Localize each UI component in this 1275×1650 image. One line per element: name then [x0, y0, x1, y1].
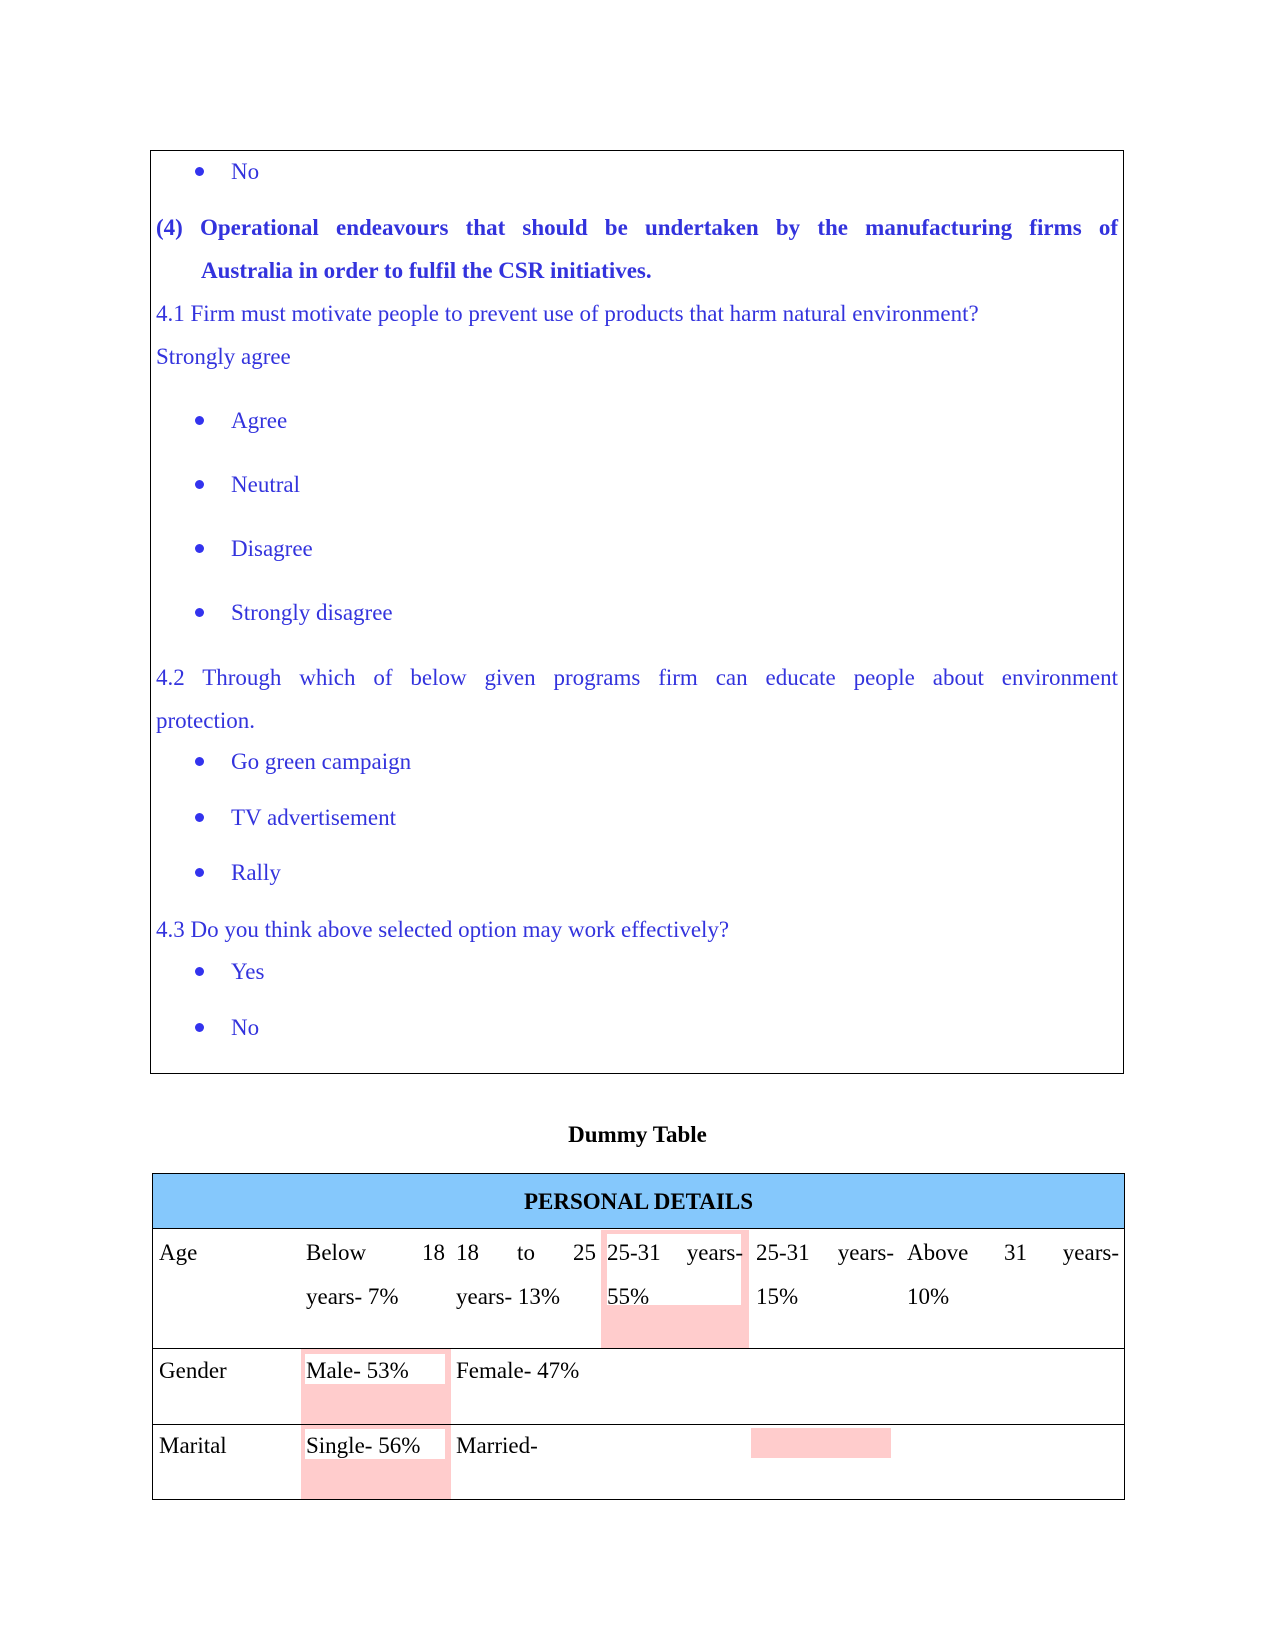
row-divider — [153, 1424, 1124, 1425]
bullet-icon — [195, 757, 204, 766]
age-25-31-b: 25-31 years- — [756, 1240, 894, 1265]
age-above-31: Above 31 years- — [907, 1240, 1119, 1265]
section-heading: (4) Operational endeavours that should b… — [156, 215, 1118, 240]
highlight-married-value — [751, 1428, 891, 1458]
section-heading-line2: Australia in order to fulfil the CSR ini… — [201, 258, 652, 283]
age-18-25: 18 to 25 — [456, 1240, 596, 1265]
option-neutral: Neutral — [231, 472, 300, 497]
age-18-25-value: years- 13% — [456, 1284, 561, 1309]
age-above-31-value: 10% — [907, 1284, 950, 1309]
question-4-2: 4.2 Through which of below given program… — [156, 665, 1118, 690]
table-caption: Dummy Table — [568, 1122, 707, 1147]
option-no-prev: No — [231, 159, 260, 184]
bullet-icon — [195, 967, 204, 976]
option-strongly-agree: Strongly agree — [156, 344, 291, 369]
age-below-18-value: years- 7% — [306, 1284, 399, 1309]
question-4-3: 4.3 Do you think above selected option m… — [156, 917, 730, 942]
row-label-marital: Marital — [159, 1433, 227, 1458]
option-agree: Agree — [231, 408, 288, 433]
gender-female: Female- 47% — [456, 1358, 580, 1383]
question-4-2-line2: protection. — [156, 708, 255, 733]
row-divider — [153, 1348, 1124, 1349]
bullet-icon — [195, 608, 204, 617]
age-25-31-a-value: 55% — [607, 1284, 650, 1309]
gender-male: Male- 53% — [306, 1358, 409, 1383]
row-label-gender: Gender — [159, 1358, 227, 1383]
age-below-18: Below 18 — [306, 1240, 445, 1265]
row-label-age: Age — [159, 1240, 198, 1265]
option-yes: Yes — [231, 959, 265, 984]
bullet-icon — [195, 1023, 204, 1032]
option-tv-advertisement: TV advertisement — [231, 805, 396, 830]
bullet-icon — [195, 813, 204, 822]
age-25-31-b-value: 15% — [756, 1284, 799, 1309]
question-4-1: 4.1 Firm must motivate people to prevent… — [156, 301, 979, 326]
option-no: No — [231, 1015, 260, 1040]
option-disagree: Disagree — [231, 536, 313, 561]
bullet-icon — [195, 416, 204, 425]
table-header-title: PERSONAL DETAILS — [523, 1189, 753, 1214]
option-go-green: Go green campaign — [231, 749, 412, 774]
option-strongly-disagree: Strongly disagree — [231, 600, 393, 625]
bullet-icon — [195, 544, 204, 553]
age-25-31-a: 25-31 years- — [607, 1240, 743, 1265]
bullet-icon — [195, 868, 204, 877]
bullet-icon — [195, 480, 204, 489]
table-header: PERSONAL DETAILS — [153, 1174, 1124, 1229]
marital-married: Married- — [456, 1433, 538, 1458]
personal-details-table: PERSONAL DETAILS Age Below 18 years- 7% … — [152, 1173, 1125, 1500]
marital-single: Single- 56% — [306, 1433, 421, 1458]
option-rally: Rally — [231, 860, 281, 885]
bullet-icon — [195, 167, 204, 176]
